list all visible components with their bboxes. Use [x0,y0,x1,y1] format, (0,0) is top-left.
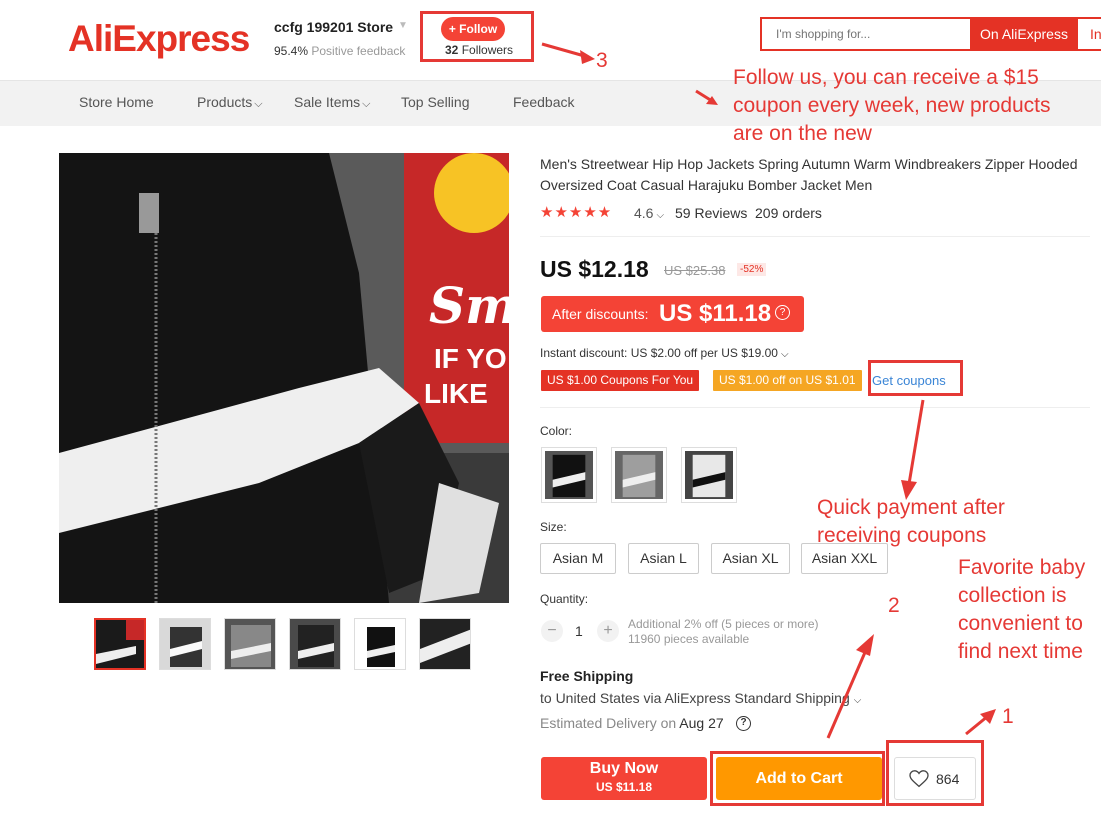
feedback-percent: 95.4% [274,44,309,58]
nav-top-selling[interactable]: Top Selling [401,94,470,110]
divider [540,236,1090,237]
thumbnail-2[interactable] [159,618,211,670]
nav-feedback[interactable]: Feedback [513,94,574,110]
annotation-favorite-note: Favorite baby collection is convenient t… [958,556,1086,663]
thumbnail-3[interactable] [224,618,276,670]
nav-store-home[interactable]: Store Home [79,94,154,110]
original-price: US $25.38 [664,263,726,278]
aliexpress-logo[interactable]: AliExpress [68,18,250,60]
after-discounts-label: After discounts: [552,306,649,322]
quantity-input[interactable]: 1 [575,623,583,639]
buy-now-button[interactable]: Buy Now US $11.18 [541,757,707,800]
bulk-discount-note: Additional 2% off (5 pieces or more) [628,617,819,631]
thumbnail-6[interactable] [419,618,471,670]
star-rating-icon: ★★★★★ [540,204,613,221]
color-swatch-white[interactable] [681,447,737,503]
thumbnail-4[interactable] [289,618,341,670]
size-option[interactable]: Asian L [628,543,699,574]
annotation-number-2: 2 [888,594,900,617]
rating-number: 4.6 [634,205,654,221]
quantity-increase-button[interactable]: + [597,620,619,642]
shipping-title: Free Shipping [540,668,634,684]
svg-text:Sm: Sm [429,276,509,335]
thumbnail-1[interactable] [94,618,146,670]
select-coupon-tag[interactable]: US $1.00 off on US $1.01 [713,370,862,391]
annotation-box-coupons [868,360,963,396]
after-discounts-banner: After discounts: US $11.18 ? [541,296,804,332]
svg-text:LIKE: LIKE [424,378,488,409]
svg-text:IF YO: IF YO [434,343,507,374]
color-swatch-black[interactable] [541,447,597,503]
discount-badge: -52% [737,263,767,276]
instant-discount[interactable]: Instant discount: US $2.00 off per US $1… [540,346,789,360]
estimated-delivery: Estimated Delivery on Aug 27 [540,715,724,731]
current-price: US $12.18 [540,256,649,282]
annotation-arrow-icon [901,399,925,500]
nav-products[interactable]: Products ⌵ [197,94,263,111]
orders-count: 209 orders [755,205,822,221]
chevron-down-icon: ⌵ [656,210,665,221]
delivery-label: Estimated Delivery on [540,715,677,731]
annotation-box-add-to-cart [710,751,885,806]
annotation-coupon-note: Quick payment after receiving coupons [817,496,1005,547]
annotation-number-3: 3 [596,49,608,72]
annotation-number-1: 1 [1002,705,1014,728]
stock-available: 11960 pieces available [628,632,750,646]
shipping-method[interactable]: to United States via AliExpress Standard… [540,690,861,706]
instant-discount-text: Instant discount: US $2.00 off per US $1… [540,346,778,360]
color-swatch-gray[interactable] [611,447,667,503]
store-coupon-tag[interactable]: US $1.00 Coupons For You [541,370,700,391]
rating-value[interactable]: 4.6 ⌵ [634,205,664,221]
color-label: Color: [540,424,573,438]
buy-now-label: Buy Now [589,760,659,777]
annotation-arrow-icon [826,634,874,739]
store-name[interactable]: ccfg 199201 Store [274,19,393,35]
reviews-link[interactable]: 59 Reviews [675,205,747,221]
annotation-box-wishlist [886,740,984,806]
quantity-label: Quantity: [540,592,589,606]
product-title: Men's Streetwear Hip Hop Jackets Spring … [540,156,1078,193]
quantity-note: Additional 2% off (5 pieces or more) 119… [628,617,819,647]
search-in-store-button[interactable]: In [1078,19,1101,49]
question-icon[interactable]: ? [736,716,751,731]
feedback-label: Positive feedback [311,44,406,58]
chevron-down-icon[interactable]: ▼ [398,20,408,31]
shipping-method-text: to United States via AliExpress Standard… [540,690,850,706]
chevron-down-icon: ⌵ [780,349,789,360]
buy-now-price: US $11.18 [595,780,653,794]
search-input[interactable] [762,19,970,49]
annotation-box-follow [420,11,534,62]
thumbnail-5[interactable] [354,618,406,670]
search-bar: On AliExpress In [760,17,1101,51]
quantity-decrease-button[interactable]: − [541,620,563,642]
size-label: Size: [540,520,567,534]
annotation-arrow-icon [965,709,996,736]
chevron-down-icon: ⌵ [254,98,263,110]
nav-products-label: Products [197,94,253,110]
after-discounts-price: US $11.18 [659,300,772,327]
nav-sale-items-label: Sale Items [294,94,361,110]
nav-sale-items[interactable]: Sale Items ⌵ [294,94,370,111]
annotation-follow-note: Follow us, you can receive a $15 coupon … [733,66,1051,145]
size-option[interactable]: Asian XL [711,543,790,574]
search-on-aliexpress-button[interactable]: On AliExpress [970,19,1078,49]
divider [540,407,1090,408]
store-feedback: 95.4% Positive feedback [274,44,405,58]
product-main-image[interactable]: Sm IF YO LIKE [59,153,509,603]
delivery-date: Aug 27 [679,715,724,731]
annotation-arrow-icon [695,89,718,105]
question-icon[interactable]: ? [775,305,790,320]
size-option[interactable]: Asian M [540,543,616,574]
chevron-down-icon: ⌵ [362,98,371,110]
